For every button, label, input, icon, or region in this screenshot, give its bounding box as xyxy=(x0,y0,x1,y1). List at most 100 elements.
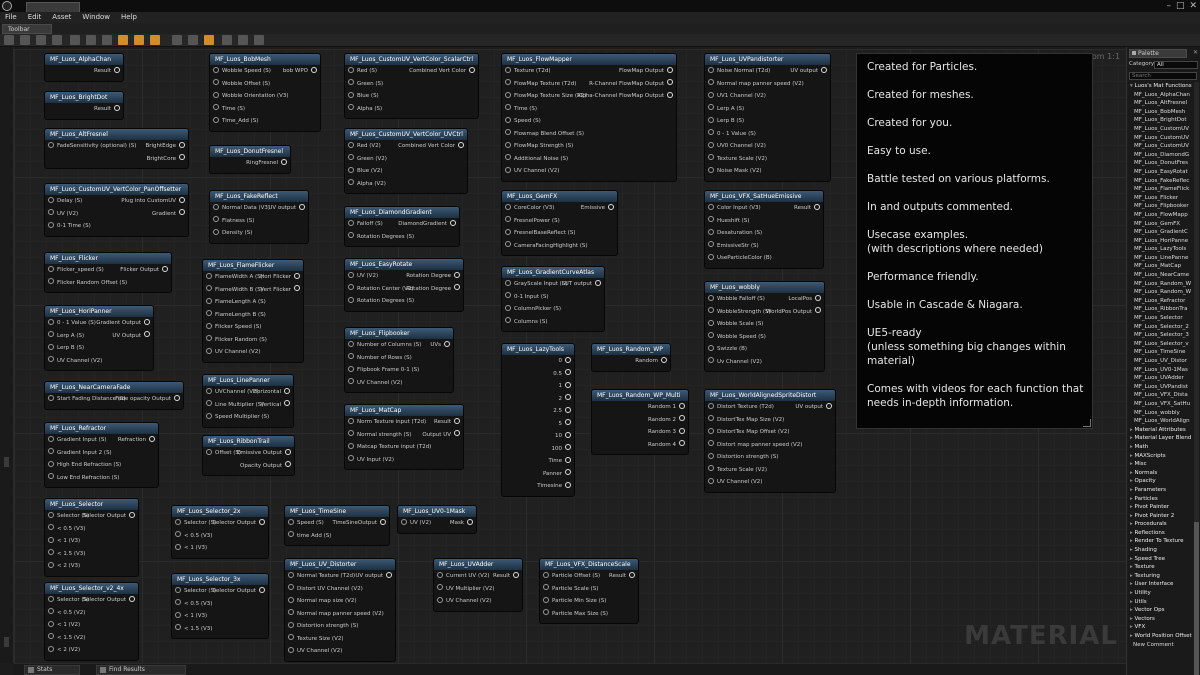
palette-function-item[interactable]: MF_Luos_WorldAlign xyxy=(1127,417,1195,426)
palette-category[interactable]: Pivot Painter xyxy=(1127,503,1195,512)
graph-node[interactable]: MF_Luos_EasyRotate UV (V2) Rotation Degree… xyxy=(344,258,464,312)
output-pin[interactable]: BrightEdge xyxy=(145,140,185,153)
input-pin[interactable]: Flipbook Frame 0-1 (S) xyxy=(348,364,419,377)
graph-node[interactable]: MF_Luos_LinePanner UVChannel (V2) Horizont… xyxy=(202,374,294,428)
node-title[interactable]: MF_Luos_DiamondGradient xyxy=(345,207,459,218)
input-pin[interactable]: UV Input (V2) xyxy=(348,454,394,467)
input-pin[interactable]: DistortTex Map Offset (V2) xyxy=(708,426,789,439)
node-title[interactable]: MF_Luos_FlowMapper xyxy=(502,54,676,65)
input-pin[interactable]: Columns (S) xyxy=(505,316,547,329)
output-pin[interactable]: UV Output xyxy=(112,330,150,343)
graph-node[interactable]: MF_Luos_NearCameraFade Start Fading Dista… xyxy=(44,381,184,410)
output-pin[interactable]: Vert Flicker xyxy=(260,284,300,297)
input-pin[interactable]: Wobble Speed (S) xyxy=(213,65,271,78)
input-pin[interactable]: Normal strength (S) xyxy=(348,429,411,442)
input-pin[interactable]: Wobble Falloff (S) xyxy=(708,293,765,306)
palette-function-item[interactable]: MF_Luos_LinePanne xyxy=(1127,254,1195,263)
palette-category[interactable]: Parameters xyxy=(1127,486,1195,495)
graph-node[interactable]: MF_Luos_AlphaChan Result xyxy=(44,53,124,82)
stats-icon[interactable] xyxy=(188,35,198,45)
input-pin[interactable]: Current UV (V2) xyxy=(437,570,490,583)
output-pin[interactable]: 5 xyxy=(559,418,572,431)
graph-node[interactable]: MF_Luos_WorldAlignedSpriteDistort Distort… xyxy=(704,389,836,493)
node-title[interactable]: MF_Luos_VFX_DistanceScale xyxy=(540,559,638,570)
output-pin[interactable]: bob WPO xyxy=(283,65,317,78)
palette-function-item[interactable]: MF_Luos_VFX_SatHu xyxy=(1127,400,1195,409)
palette-function-item[interactable]: MF_Luos_LazyTools xyxy=(1127,245,1195,254)
graph-node[interactable]: MF_Luos_UVAdder Current UV (V2) Result UV M… xyxy=(433,558,523,612)
graph-node[interactable]: MF_Luos_MatCap Norm Texture input (T2d) Re… xyxy=(344,404,464,470)
graph-node[interactable]: MF_Luos_BrightDot Result xyxy=(44,91,124,120)
graph-node[interactable]: MF_Luos_wobbly Wobble Falloff (S) LocalPos… xyxy=(704,281,825,372)
input-pin[interactable]: WobbleStrength (S) xyxy=(708,306,771,319)
node-title[interactable]: MF_Luos_BrightDot xyxy=(45,92,123,103)
output-pin[interactable]: R-Channel FlowMap Output xyxy=(589,78,673,91)
palette-search-input[interactable]: Search xyxy=(1129,72,1197,80)
input-pin[interactable]: < 1.5 (V2) xyxy=(48,632,85,645)
input-pin[interactable]: Particle Scale (S) xyxy=(543,583,598,596)
node-title[interactable]: MF_Luos_Selector_v2_4x xyxy=(45,583,138,594)
palette-function-item[interactable]: MF_Luos_VFX_Dista xyxy=(1127,391,1195,400)
input-pin[interactable]: EmissiveStr (S) xyxy=(708,240,759,253)
palette-function-item[interactable]: MF_Luos_MatCap xyxy=(1127,262,1195,271)
input-pin[interactable]: Particle Min Size (S) xyxy=(543,595,606,608)
palette-category[interactable]: Vectors xyxy=(1127,615,1195,624)
input-pin[interactable]: Red (S) xyxy=(348,65,377,78)
input-pin[interactable]: < 1 (V3) xyxy=(48,535,80,548)
output-pin[interactable]: 2 xyxy=(559,393,572,406)
palette-function-item[interactable]: MF_Luos_BrightDot xyxy=(1127,116,1195,125)
input-pin[interactable]: Wobble Speed (S) xyxy=(708,331,766,344)
input-pin[interactable]: Green (S) xyxy=(348,78,383,91)
output-pin[interactable]: TimeSineOutput xyxy=(333,517,386,530)
clean-up-icon[interactable] xyxy=(86,35,96,45)
input-pin[interactable]: UV Channel (V2) xyxy=(708,476,762,489)
input-pin[interactable]: 0 - 1 Value (S) xyxy=(48,317,96,330)
input-pin[interactable]: Particle Max Size (S) xyxy=(543,608,608,621)
input-pin[interactable]: Line Multiplier (S) xyxy=(206,399,263,412)
output-pin[interactable]: UV output xyxy=(790,65,827,78)
node-title[interactable]: MF_Luos_BobMesh xyxy=(210,54,320,65)
input-pin[interactable]: CameraFacingHighlight (S) xyxy=(505,240,588,253)
input-pin[interactable]: Speed (S) xyxy=(288,517,324,530)
input-pin[interactable]: FlowMap Strength (S) xyxy=(505,140,573,153)
input-pin[interactable]: Falloff (S) xyxy=(348,218,383,231)
input-pin[interactable]: Start Fading Distance (S) xyxy=(48,393,126,406)
save-icon[interactable] xyxy=(4,35,14,45)
input-pin[interactable]: Wobble Orientation (V3) xyxy=(213,90,288,103)
input-pin[interactable]: Gradient Input 2 (S) xyxy=(48,447,112,460)
menu-asset[interactable]: Asset xyxy=(52,12,71,23)
input-pin[interactable]: Red (V2) xyxy=(348,140,381,153)
node-title[interactable]: MF_Luos_LazyTools xyxy=(502,344,574,355)
palette-function-item[interactable]: MF_Luos_Random_W xyxy=(1127,288,1195,297)
output-pin[interactable]: WorldPos Output xyxy=(766,306,821,319)
graph-node[interactable]: MF_Luos_Selector Selector (S) Selector Out… xyxy=(44,498,139,577)
palette-function-item[interactable]: MF_Luos_Refractor xyxy=(1127,297,1195,306)
input-pin[interactable]: < 1 (V3) xyxy=(175,542,207,555)
node-title[interactable]: MF_Luos_wobbly xyxy=(705,282,824,293)
output-pin[interactable]: Random 3 xyxy=(648,426,685,439)
node-title[interactable]: MF_Luos_GradientCurveAtlas xyxy=(502,267,604,278)
palette-function-item[interactable]: MF_Luos_AlphaChan xyxy=(1127,91,1195,100)
input-pin[interactable]: Gradient Input (S) xyxy=(48,434,106,447)
input-pin[interactable]: UV0 Channel (V2) xyxy=(708,140,766,153)
input-pin[interactable]: 0 - 1 Value (S) xyxy=(708,128,756,141)
input-pin[interactable]: FadeSensitivity (optional) (S) xyxy=(48,140,136,153)
input-pin[interactable]: High End Refraction (S) xyxy=(48,459,121,472)
input-pin[interactable]: Norm Texture input (T2d) xyxy=(348,416,426,429)
input-pin[interactable]: Density (S) xyxy=(213,227,252,240)
palette-function-item[interactable]: MF_Luos_Selector xyxy=(1127,314,1195,323)
input-pin[interactable]: Flicker Random Offset (S) xyxy=(48,277,127,290)
output-pin[interactable]: Result xyxy=(609,570,635,583)
input-pin[interactable]: time Add (S) xyxy=(288,530,331,543)
input-pin[interactable]: Noise Normal (T2d) xyxy=(708,65,770,78)
input-pin[interactable]: Time (S) xyxy=(505,103,537,116)
material-graph[interactable]: MF_Luos_AlphaChan Result MF_Luos_BrightDot… xyxy=(14,49,1126,663)
graph-node[interactable]: MF_Luos_Flipbooker Number of Columns (S) U… xyxy=(344,327,454,393)
menu-window[interactable]: Window xyxy=(82,12,110,23)
palette-category[interactable]: Utility xyxy=(1127,589,1195,598)
palette-category[interactable]: Material Attributes xyxy=(1127,426,1195,435)
input-pin[interactable]: FlowMap Texture (T2d) xyxy=(505,78,576,91)
node-title[interactable]: MF_Luos_Selector_2x xyxy=(172,506,268,517)
palette-category[interactable]: Reflections xyxy=(1127,529,1195,538)
input-pin[interactable]: CoreColor (V3) xyxy=(505,202,554,215)
